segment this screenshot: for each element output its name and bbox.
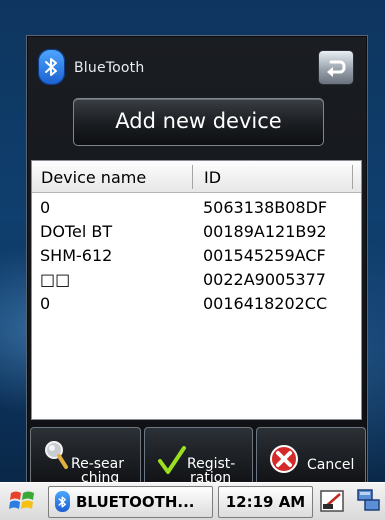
list-item[interactable]: SHM-612 001545259ACF bbox=[32, 244, 361, 268]
back-button[interactable] bbox=[318, 50, 354, 85]
input-panel-icon[interactable] bbox=[318, 487, 348, 515]
device-name: 0 bbox=[40, 294, 51, 313]
list-item[interactable]: DOTel BT 00189A121B92 bbox=[32, 220, 361, 244]
device-id: 0022A9005377 bbox=[203, 270, 326, 289]
return-arrow-icon bbox=[327, 60, 346, 77]
app-title: BlueTooth bbox=[74, 60, 145, 76]
magnifier-icon bbox=[45, 441, 68, 469]
research-button[interactable]: Re-sear ching bbox=[30, 427, 141, 483]
bluetooth-icon bbox=[55, 491, 70, 512]
connectivity-icon[interactable] bbox=[356, 487, 382, 515]
cancel-x-icon bbox=[270, 445, 298, 473]
windows-start-icon[interactable] bbox=[8, 487, 38, 515]
device-id: 001545259ACF bbox=[203, 246, 326, 265]
column-header-id[interactable]: ID bbox=[204, 161, 221, 192]
device-name: DOTel BT bbox=[40, 222, 113, 241]
taskbar-task-label: BLUETOOTH... bbox=[76, 493, 195, 511]
list-header: Device name ID bbox=[32, 161, 361, 193]
list-item[interactable]: 0 0016418202CC bbox=[32, 292, 361, 316]
column-divider[interactable] bbox=[192, 165, 193, 189]
device-name: 0 bbox=[40, 198, 51, 217]
cancel-button[interactable]: Cancel bbox=[256, 427, 366, 483]
taskbar: BLUETOOTH... 12:19 AM bbox=[0, 482, 385, 520]
registration-button[interactable]: Regist- ration bbox=[144, 427, 253, 483]
checkmark-icon bbox=[158, 446, 186, 474]
device-list[interactable]: Device name ID 0 5063138B08DF DOTel BT 0… bbox=[31, 160, 362, 420]
taskbar-task-bluetooth[interactable]: BLUETOOTH... bbox=[48, 486, 213, 518]
device-name: SHM-612 bbox=[40, 246, 113, 265]
device-id: 5063138B08DF bbox=[203, 198, 328, 217]
device-id: 00189A121B92 bbox=[203, 222, 327, 241]
list-item[interactable]: □□ 0022A9005377 bbox=[32, 268, 361, 292]
device-id: 0016418202CC bbox=[203, 294, 328, 313]
column-divider[interactable] bbox=[352, 165, 353, 189]
cancel-label: Cancel bbox=[307, 457, 355, 473]
taskbar-clock[interactable]: 12:19 AM bbox=[218, 486, 313, 518]
add-new-device-button[interactable]: Add new device bbox=[73, 98, 324, 146]
list-item[interactable]: 0 5063138B08DF bbox=[32, 196, 361, 220]
device-name: □□ bbox=[40, 270, 71, 289]
column-header-device-name[interactable]: Device name bbox=[41, 161, 146, 192]
bluetooth-icon bbox=[38, 49, 65, 85]
